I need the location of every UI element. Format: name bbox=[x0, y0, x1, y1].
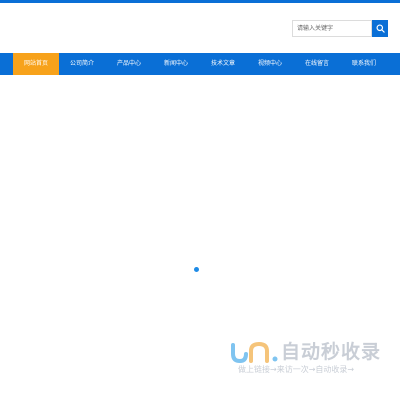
page: 网站首页 公司简介 产品中心 新闻中心 技术文章 视频中心 在线留言 联系我们 … bbox=[0, 0, 400, 400]
nav-item-articles[interactable]: 技术文章 bbox=[199, 53, 247, 75]
search-input[interactable] bbox=[292, 20, 372, 37]
nav-item-news[interactable]: 新闻中心 bbox=[153, 53, 199, 75]
main-nav: 网站首页 公司简介 产品中心 新闻中心 技术文章 视频中心 在线留言 联系我们 bbox=[0, 53, 400, 75]
watermark-logo-icon bbox=[231, 341, 278, 364]
watermark: 自动秒收录 做上链接→来访一次→自动收录→ bbox=[229, 340, 389, 380]
top-accent-line bbox=[0, 0, 400, 3]
nav-item-about[interactable]: 公司简介 bbox=[59, 53, 105, 75]
search-icon bbox=[375, 24, 385, 33]
watermark-subtitle: 做上链接→来访一次→自动收录→ bbox=[238, 365, 355, 374]
nav-item-contact[interactable]: 联系我们 bbox=[341, 53, 387, 75]
nav-item-home[interactable]: 网站首页 bbox=[13, 53, 59, 75]
nav-item-videos[interactable]: 视频中心 bbox=[247, 53, 293, 75]
watermark-title: 自动秒收录 bbox=[281, 341, 382, 363]
loading-indicator bbox=[194, 267, 199, 272]
search-button[interactable] bbox=[372, 20, 388, 37]
nav-item-products[interactable]: 产品中心 bbox=[105, 53, 153, 75]
nav-item-message[interactable]: 在线留言 bbox=[293, 53, 341, 75]
